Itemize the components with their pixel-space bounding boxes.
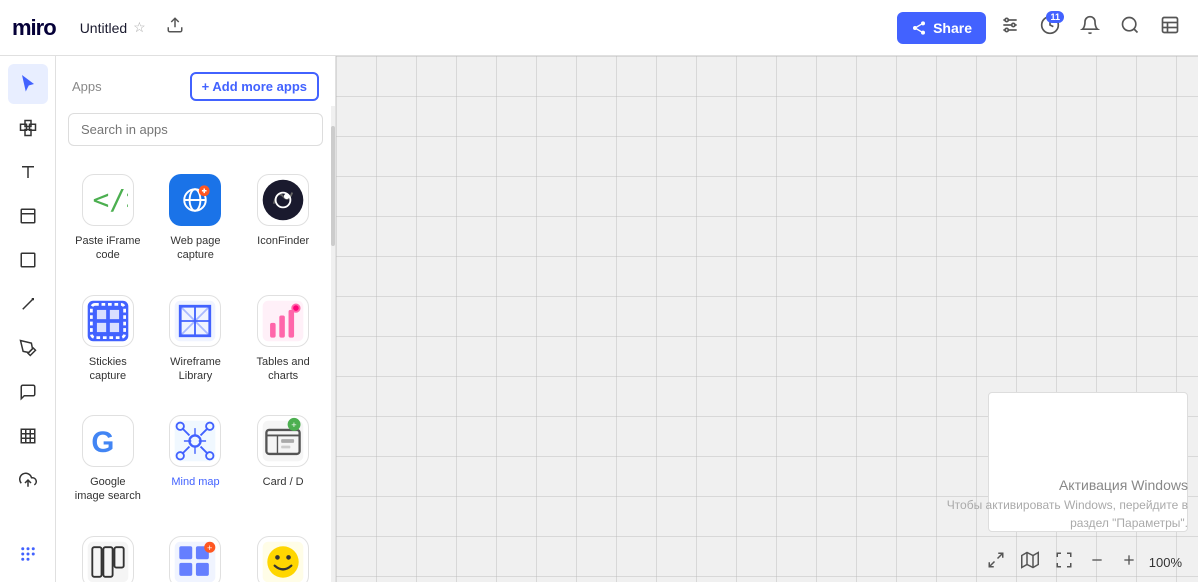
zoom-out-button[interactable]	[1085, 548, 1109, 577]
app-item-grid[interactable]: + Grid	[156, 524, 236, 582]
search-button[interactable]	[1114, 9, 1146, 46]
app-name-paste-iframe: Paste iFrame code	[74, 234, 142, 263]
app-item-tables-charts[interactable]: Tables and charts	[243, 283, 323, 396]
comment-tool[interactable]	[8, 372, 48, 412]
add-more-apps-button[interactable]: + Add more apps	[190, 72, 319, 101]
app-icon-emojis	[257, 536, 309, 582]
upload-tool[interactable]	[8, 460, 48, 500]
search-input[interactable]	[68, 113, 323, 146]
pen-tool[interactable]	[8, 328, 48, 368]
expand-button[interactable]	[983, 547, 1009, 578]
text-tool[interactable]	[8, 152, 48, 192]
app-icon-kanban	[82, 536, 134, 582]
star-icon[interactable]: ☆	[133, 19, 146, 36]
fit-button[interactable]	[1051, 547, 1077, 578]
frames-tool[interactable]	[8, 108, 48, 148]
left-toolbar	[0, 56, 56, 582]
title-area[interactable]: Untitled ☆	[72, 15, 154, 40]
apps-panel: Apps + Add more apps </> Paste iFrame co…	[56, 56, 336, 582]
app-icon-tables-charts	[257, 295, 309, 347]
topbar-right: Share 11	[897, 9, 1186, 46]
app-icon-grid: +	[169, 536, 221, 582]
app-name-tables-charts: Tables and charts	[249, 355, 317, 384]
app-name-webpage-capture: Web page capture	[162, 234, 230, 263]
app-item-wireframe-library[interactable]: Wireframe Library	[156, 283, 236, 396]
svg-text:G: G	[91, 426, 114, 459]
app-name-card-d: Card / D	[263, 475, 304, 489]
app-item-emojis[interactable]: Emojis	[243, 524, 323, 582]
export-button[interactable]	[158, 10, 192, 45]
timer-badge: 11	[1046, 11, 1064, 23]
app-icon-mind-map	[169, 415, 221, 467]
app-icon-card-d: +	[257, 415, 309, 467]
app-name-stickies-capture: Stickies capture	[74, 355, 142, 384]
search-box	[68, 113, 323, 146]
app-item-stickies-capture[interactable]: Stickies capture	[68, 283, 148, 396]
app-item-iconfinder[interactable]: IconFinder	[243, 162, 323, 275]
app-name-iconfinder: IconFinder	[257, 234, 309, 248]
app-name-google-image: Google image search	[74, 475, 142, 504]
notifications-button[interactable]	[1074, 9, 1106, 46]
miro-logo: miro	[12, 15, 56, 41]
notes-button[interactable]	[1154, 9, 1186, 46]
app-icon-google-image: G	[82, 415, 134, 467]
app-item-google-image[interactable]: G Google image search	[68, 403, 148, 516]
zoom-level: 100%	[1149, 555, 1182, 570]
table-tool[interactable]	[8, 416, 48, 456]
app-icon-wireframe-library	[169, 295, 221, 347]
apps-tool[interactable]	[8, 534, 48, 574]
panel-scrollbar[interactable]	[331, 106, 335, 582]
shape-tool[interactable]	[8, 240, 48, 280]
apps-panel-header: Apps + Add more apps	[56, 56, 335, 113]
bottom-bar: 100%	[967, 542, 1198, 582]
svg-text:+: +	[291, 420, 296, 430]
app-icon-iconfinder	[257, 174, 309, 226]
map-button[interactable]	[1017, 547, 1043, 578]
timer-button[interactable]: 11	[1034, 9, 1066, 46]
svg-text:</>: </>	[92, 183, 127, 216]
sticky-note-tool[interactable]	[8, 196, 48, 236]
svg-text:+: +	[207, 543, 212, 553]
app-icon-webpage-capture	[169, 174, 221, 226]
select-tool[interactable]	[8, 64, 48, 104]
topbar: miro Untitled ☆ Share 11	[0, 0, 1198, 56]
line-tool[interactable]	[8, 284, 48, 324]
app-item-mind-map[interactable]: Mind map	[156, 403, 236, 516]
zoom-in-button[interactable]	[1117, 548, 1141, 577]
settings-button[interactable]	[994, 9, 1026, 46]
app-item-kanban[interactable]: Kanban	[68, 524, 148, 582]
app-name-mind-map: Mind map	[171, 475, 219, 489]
app-item-webpage-capture[interactable]: Web page capture	[156, 162, 236, 275]
canvas-preview	[988, 392, 1188, 532]
share-button[interactable]: Share	[897, 12, 986, 44]
app-item-paste-iframe[interactable]: </> Paste iFrame code	[68, 162, 148, 275]
app-icon-stickies-capture	[82, 295, 134, 347]
app-icon-paste-iframe: </>	[82, 174, 134, 226]
apps-grid: </> Paste iFrame code Web page capture	[56, 162, 335, 582]
app-item-card-d[interactable]: + Card / D	[243, 403, 323, 516]
apps-label: Apps	[72, 79, 102, 94]
app-name-wireframe-library: Wireframe Library	[162, 355, 230, 384]
document-title: Untitled	[80, 20, 127, 36]
